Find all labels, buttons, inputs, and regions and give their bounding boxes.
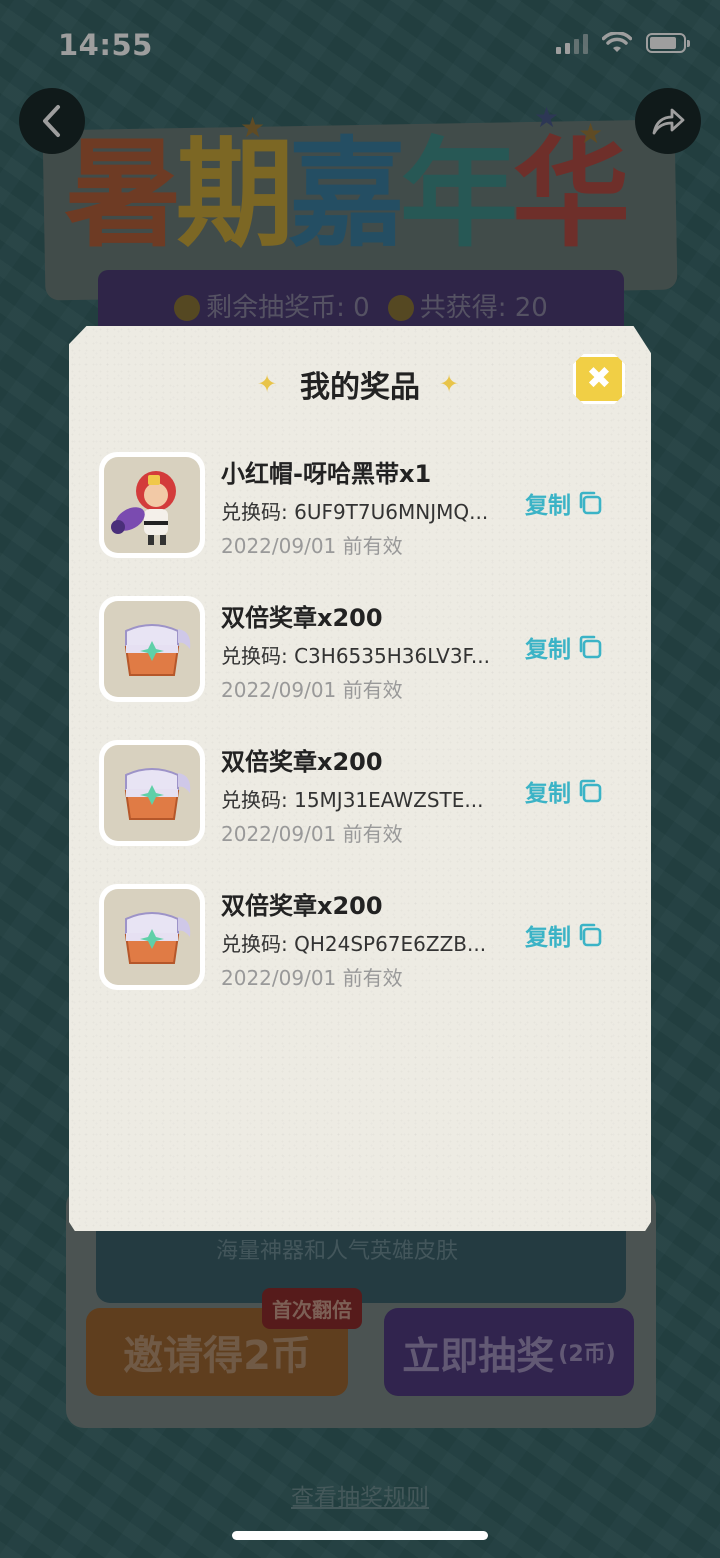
copy-icon [579,779,602,803]
copy-code-button[interactable]: 复制 [525,630,603,664]
copy-code-button[interactable]: 复制 [525,918,603,952]
prize-item: 小红帽-呀哈黑带x1 兑换码: 6UF9T7U6MNJMQ... 2022/09… [99,452,629,596]
prize-expiry: 2022/09/01 前有效 [221,534,403,558]
prize-name: 双倍奖章x200 [221,892,383,920]
close-icon: ✖ [586,361,612,396]
treasure-chest-icon [104,889,200,985]
copy-label: 复制 [525,637,571,663]
prize-redeem-code: 兑换码: 15MJ31EAWZSTE... [221,788,484,812]
prize-item: 双倍奖章x200 兑换码: QH24SP67E6ZZB... 2022/09/0… [99,884,629,1028]
prize-item: 双倍奖章x200 兑换码: 15MJ31EAWZSTE... 2022/09/0… [99,740,629,884]
prize-redeem-code: 兑换码: C3H6535H36LV3F... [221,644,490,668]
close-button[interactable]: ✖ [573,354,625,404]
copy-icon [579,635,602,659]
home-indicator[interactable] [232,1531,488,1540]
prize-name: 小红帽-呀哈黑带x1 [221,460,432,488]
prize-item: 双倍奖章x200 兑换码: C3H6535H36LV3F... 2022/09/… [99,596,629,740]
treasure-chest-icon [104,601,200,697]
modal-title: 我的奖品 [300,370,420,405]
prize-thumbnail [99,884,205,990]
prize-list: 小红帽-呀哈黑带x1 兑换码: 6UF9T7U6MNJMQ... 2022/09… [99,452,629,1028]
copy-label: 复制 [525,925,571,951]
prize-thumbnail [99,452,205,558]
prize-thumbnail [99,740,205,846]
copy-code-button[interactable]: 复制 [525,774,603,808]
prize-redeem-code: 兑换码: QH24SP67E6ZZB... [221,932,487,956]
red-hood-character-icon [104,457,200,553]
my-prizes-modal: ✦ 我的奖品 ✦ ✖ 小红帽-呀哈黑带x1 兑换码: 6UF9T7U6MNJMQ… [69,326,651,1231]
copy-icon [579,923,602,947]
prize-thumbnail [99,596,205,702]
prize-name: 双倍奖章x200 [221,604,383,632]
copy-icon [579,491,602,515]
prize-redeem-code: 兑换码: 6UF9T7U6MNJMQ... [221,500,489,524]
treasure-chest-icon [104,745,200,841]
copy-label: 复制 [525,493,571,519]
prize-expiry: 2022/09/01 前有效 [221,822,403,846]
copy-code-button[interactable]: 复制 [525,486,603,520]
prize-expiry: 2022/09/01 前有效 [221,966,403,990]
sparkle-icon: ✦ [439,370,460,398]
prize-name: 双倍奖章x200 [221,748,383,776]
prize-expiry: 2022/09/01 前有效 [221,678,403,702]
copy-label: 复制 [525,781,571,807]
